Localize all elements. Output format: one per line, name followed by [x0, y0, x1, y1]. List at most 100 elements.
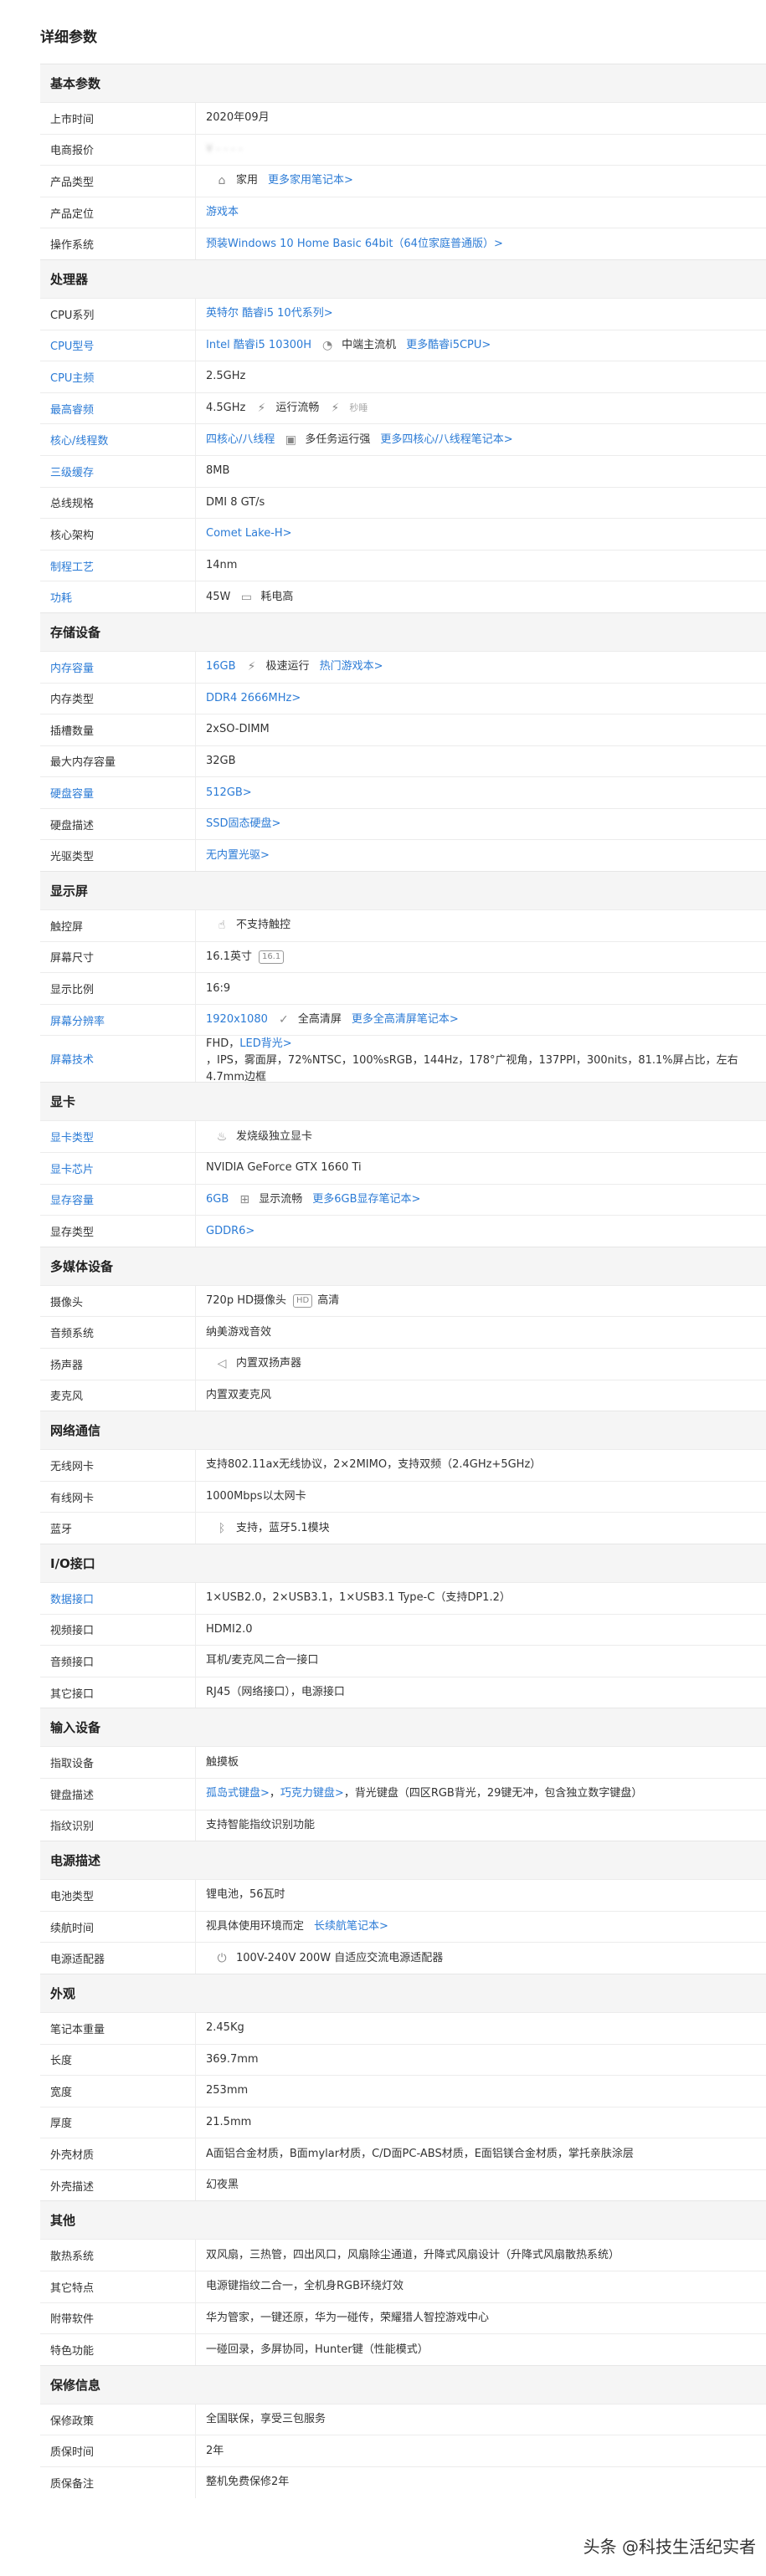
- spec-link[interactable]: 长续航笔记本>: [314, 1918, 388, 1935]
- hd-icon: HD: [292, 1294, 313, 1308]
- spec-label[interactable]: 最高睿频: [40, 392, 196, 424]
- spec-link[interactable]: 1920x1080: [206, 1011, 268, 1028]
- spec-row: 音频接口 耳机/麦克风二合一接口: [40, 1645, 766, 1677]
- spec-label[interactable]: 显卡类型: [40, 1121, 196, 1153]
- spec-row: 屏幕尺寸 16.1英寸 16.1: [40, 940, 766, 973]
- spec-label[interactable]: CPU主频: [40, 361, 196, 392]
- spec-link[interactable]: 更多酷睿i5CPU>: [406, 337, 491, 354]
- spec-link[interactable]: 16GB: [206, 658, 236, 675]
- spec-value: 内置双麦克风: [196, 1380, 766, 1411]
- spec-label: 显示比例: [40, 973, 196, 1004]
- spec-value: 整机免费保修2年: [196, 2467, 766, 2498]
- no-touch-icon: ☝: [218, 919, 226, 933]
- spec-text: HDMI2.0: [206, 1622, 253, 1636]
- spec-text: 整机免费保修2年: [206, 2476, 290, 2489]
- spec-link[interactable]: GDDR6>: [206, 1223, 254, 1240]
- spec-label[interactable]: 显存容量: [40, 1184, 196, 1216]
- spec-label[interactable]: 屏幕分辨率: [40, 1004, 196, 1036]
- spec-row: 上市时间 2020年09月: [40, 102, 766, 134]
- section-title: 外观: [40, 1973, 766, 2012]
- spec-label: 音频系统: [40, 1317, 196, 1348]
- spec-row: 操作系统 预装Windows 10 Home Basic 64bit（64位家庭普…: [40, 228, 766, 259]
- bluetooth-icon: ᛒ: [218, 1521, 226, 1535]
- spec-link[interactable]: 热门游戏本>: [320, 658, 383, 675]
- spec-label: 附带软件: [40, 2302, 196, 2334]
- spec-text: 支持智能指纹识别功能: [206, 1818, 316, 1831]
- battery-icon: ▭: [240, 590, 253, 604]
- spec-value: 720p HD摄像头 HD 高清: [196, 1286, 766, 1317]
- spec-row: 硬盘描述 SSD固态硬盘>: [40, 807, 766, 840]
- spec-link[interactable]: 四核心/八线程: [206, 432, 275, 448]
- spec-link[interactable]: 更多全高清屏笔记本>: [352, 1011, 459, 1028]
- spec-label[interactable]: CPU型号: [40, 330, 196, 361]
- spec-value: 45W ▭ 耗电高: [196, 581, 766, 612]
- price-blurred: ¥ - - - -: [206, 142, 243, 156]
- spec-link[interactable]: 6GB: [206, 1191, 229, 1208]
- spec-link[interactable]: 巧克力键盘>: [280, 1785, 344, 1802]
- spec-link[interactable]: DDR4 2666MHz>: [206, 690, 301, 707]
- spec-value: HDMI2.0: [196, 1615, 766, 1646]
- spec-link[interactable]: 更多家用笔记本>: [268, 172, 353, 189]
- spec-link[interactable]: 预装Windows 10 Home Basic 64bit（64位家庭普通版）>: [206, 236, 503, 253]
- spec-text: 内置双扬声器: [236, 1357, 302, 1370]
- spec-label: 质保时间: [40, 2435, 196, 2467]
- spec-text: 8MB: [206, 464, 230, 478]
- spec-value: 512GB>: [196, 777, 766, 808]
- spec-row: 视频接口 HDMI2.0: [40, 1613, 766, 1646]
- spec-link[interactable]: 英特尔 酷睿i5 10代系列>: [206, 305, 333, 322]
- spec-value: 锂电池，56瓦时: [196, 1880, 766, 1911]
- spec-link[interactable]: SSD固态硬盘>: [206, 816, 280, 832]
- spec-link[interactable]: LED背光>: [239, 1036, 291, 1052]
- spec-value: 预装Windows 10 Home Basic 64bit（64位家庭普通版）>: [196, 228, 766, 259]
- spec-text: 发烧级独立显卡: [236, 1129, 313, 1143]
- spec-link[interactable]: 无内置光驱>: [206, 848, 270, 864]
- spec-value: 2020年09月: [196, 103, 766, 134]
- spec-value: Comet Lake-H>: [196, 519, 766, 550]
- spec-link[interactable]: Comet Lake-H>: [206, 525, 292, 542]
- spec-text: 耗电高: [260, 590, 294, 603]
- speaker-icon: ◁: [217, 1357, 227, 1371]
- spec-text: 内置双麦克风: [206, 1388, 272, 1401]
- spec-link[interactable]: Intel 酷睿i5 10300H: [206, 337, 311, 354]
- section-title: 电源描述: [40, 1841, 766, 1880]
- spec-value: 4.5GHz ⚡ 运行流畅 ⚡ 秒睡: [196, 393, 766, 424]
- spec-label[interactable]: 功耗: [40, 581, 196, 612]
- spec-label: 屏幕尺寸: [40, 941, 196, 973]
- spec-value: ☝ 不支持触控: [196, 910, 766, 941]
- spec-label: 其它接口: [40, 1677, 196, 1708]
- spec-value: 16.1英寸 16.1: [196, 942, 766, 973]
- spec-row: 显卡芯片 NVIDIA GeForce GTX 1660 Ti: [40, 1152, 766, 1184]
- spec-text: 369.7mm: [206, 2052, 259, 2066]
- spec-text: 秒睡: [349, 402, 368, 414]
- spec-text: 支持802.11ax无线协议，2×2MIMO，支持双频（2.4GHz+5GHz）: [206, 1458, 542, 1472]
- spec-label[interactable]: 硬盘容量: [40, 777, 196, 808]
- spec-row: 音频系统 纳美游戏音效: [40, 1316, 766, 1348]
- spec-link[interactable]: 更多四核心/八线程笔记本>: [380, 432, 512, 448]
- spec-text: 家用: [236, 174, 259, 187]
- spec-row: 蓝牙 ᛒ 支持，蓝牙5.1模块: [40, 1512, 766, 1544]
- spec-link[interactable]: 游戏本: [206, 204, 239, 221]
- spec-row: 电池类型 锂电池，56瓦时: [40, 1879, 766, 1911]
- spec-label: 厚度: [40, 2107, 196, 2138]
- spec-label[interactable]: 核心/线程数: [40, 424, 196, 455]
- spec-link[interactable]: 孤岛式键盘>: [206, 1785, 270, 1802]
- home-icon: ⌂: [218, 174, 226, 188]
- spec-label[interactable]: 三级缓存: [40, 455, 196, 487]
- spec-label: 蓝牙: [40, 1513, 196, 1544]
- spec-text: 253mm: [206, 2084, 249, 2097]
- spec-value: 纳美游戏音效: [196, 1317, 766, 1348]
- spec-text: 极速运行: [265, 660, 310, 673]
- spec-value: 2xSO-DIMM: [196, 714, 766, 745]
- spec-row: 数据接口 1×USB2.0，2×USB3.1，1×USB3.1 Type-C（支持…: [40, 1581, 766, 1614]
- flame-icon: ♨: [216, 1129, 228, 1144]
- spec-label[interactable]: 内存容量: [40, 651, 196, 683]
- spec-link[interactable]: 512GB>: [206, 785, 252, 801]
- spec-row: 插槽数量 2xSO-DIMM: [40, 714, 766, 745]
- spec-label[interactable]: 显卡芯片: [40, 1153, 196, 1184]
- spec-row: 其它接口 RJ45（网络接口），电源接口: [40, 1676, 766, 1708]
- spec-label[interactable]: 制程工艺: [40, 550, 196, 581]
- spec-label[interactable]: 数据接口: [40, 1582, 196, 1614]
- spec-label[interactable]: 屏幕技术: [40, 1036, 196, 1083]
- spec-link[interactable]: 更多6GB显存笔记本>: [312, 1191, 420, 1208]
- spec-row: 有线网卡 1000Mbps以太网卡: [40, 1480, 766, 1513]
